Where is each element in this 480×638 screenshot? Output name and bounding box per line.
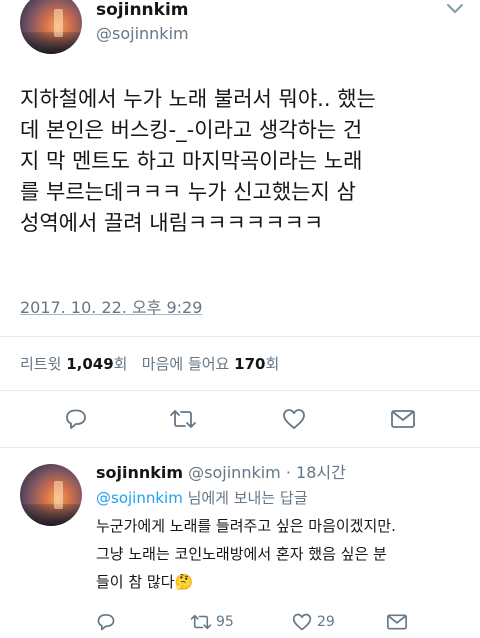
- reply-text-line: 들이 참 많다🤔: [96, 568, 480, 596]
- reply-text-line: 그냥 노래는 코인노래방에서 혼자 했음 싶은 분: [96, 545, 387, 563]
- divider: [0, 447, 480, 448]
- reply-icon[interactable]: [96, 612, 116, 632]
- reply-to-line: @sojinnkim 님에게 보내는 답글: [96, 488, 308, 508]
- share-icon[interactable]: [390, 407, 416, 431]
- retweets-count: 1,049: [66, 355, 114, 373]
- reply-like-count: 29: [317, 614, 335, 630]
- retweets-unit: 회: [113, 355, 128, 373]
- share-icon[interactable]: [386, 612, 408, 632]
- tweet-text-line: 지 막 멘트도 하고 마지막곡이라는 노래: [20, 149, 363, 173]
- user-handle[interactable]: @sojinnkim: [96, 24, 189, 44]
- reply-text: 누군가에게 노래를 들려주고 싶은 마음이겠지만. 그냥 노래는 코인노래방에서…: [96, 512, 480, 596]
- retweets-stat[interactable]: 리트윗 1,049회: [20, 355, 132, 373]
- reply-to-handle[interactable]: @sojinnkim: [96, 489, 183, 507]
- tweet-text-line: 성역에서 끌려 내림ㅋㅋㅋㅋㅋㅋㅋ: [20, 211, 324, 235]
- retweet-icon[interactable]: [190, 612, 212, 632]
- likes-label: 마음에 들어요: [141, 355, 230, 373]
- reply-handle-time: @sojinnkim · 18시간: [188, 463, 346, 482]
- retweets-label: 리트윗: [20, 355, 62, 373]
- reply-header: sojinnkim @sojinnkim · 18시간: [96, 463, 346, 483]
- likes-unit: 회: [265, 355, 280, 373]
- divider: [0, 390, 480, 391]
- reply-retweet-count: 95: [216, 614, 234, 630]
- tweet-text-line: 지하철에서 누가 노래 불러서 뭐야.. 했는: [20, 87, 376, 111]
- retweet-icon[interactable]: [169, 407, 197, 431]
- reply-text-line: 누군가에게 노래를 들려주고 싶은 마음이겠지만.: [96, 517, 396, 535]
- chevron-down-icon[interactable]: [447, 4, 463, 14]
- tweet-text-line: 를 부르는데ㅋㅋㅋ 누가 신고했는지 삼: [20, 180, 356, 204]
- display-name[interactable]: sojinnkim: [96, 0, 189, 20]
- tweet-text: 지하철에서 누가 노래 불러서 뭐야.. 했는 데 본인은 버스킹-_-이라고 …: [20, 84, 480, 239]
- heart-icon[interactable]: [282, 407, 306, 431]
- reply-icon[interactable]: [64, 407, 88, 431]
- reply-display-name[interactable]: sojinnkim: [96, 463, 183, 482]
- reply-text-last: 들이 참 많다: [96, 573, 175, 591]
- tweet-text-line: 데 본인은 버스킹-_-이라고 생각하는 건: [20, 118, 363, 142]
- heart-icon[interactable]: [292, 612, 312, 632]
- reply-avatar[interactable]: [20, 464, 82, 526]
- thinking-face-emoji: 🤔: [174, 573, 194, 591]
- divider: [0, 336, 480, 337]
- likes-stat[interactable]: 마음에 들어요 170회: [142, 355, 279, 373]
- likes-count: 170: [234, 355, 266, 373]
- avatar[interactable]: [20, 0, 82, 54]
- tweet-stats: 리트윗 1,049회 마음에 들어요 170회: [20, 354, 279, 374]
- reply-to-label: 님에게 보내는 답글: [182, 489, 308, 507]
- tweet-timestamp[interactable]: 2017. 10. 22. 오후 9:29: [20, 298, 202, 318]
